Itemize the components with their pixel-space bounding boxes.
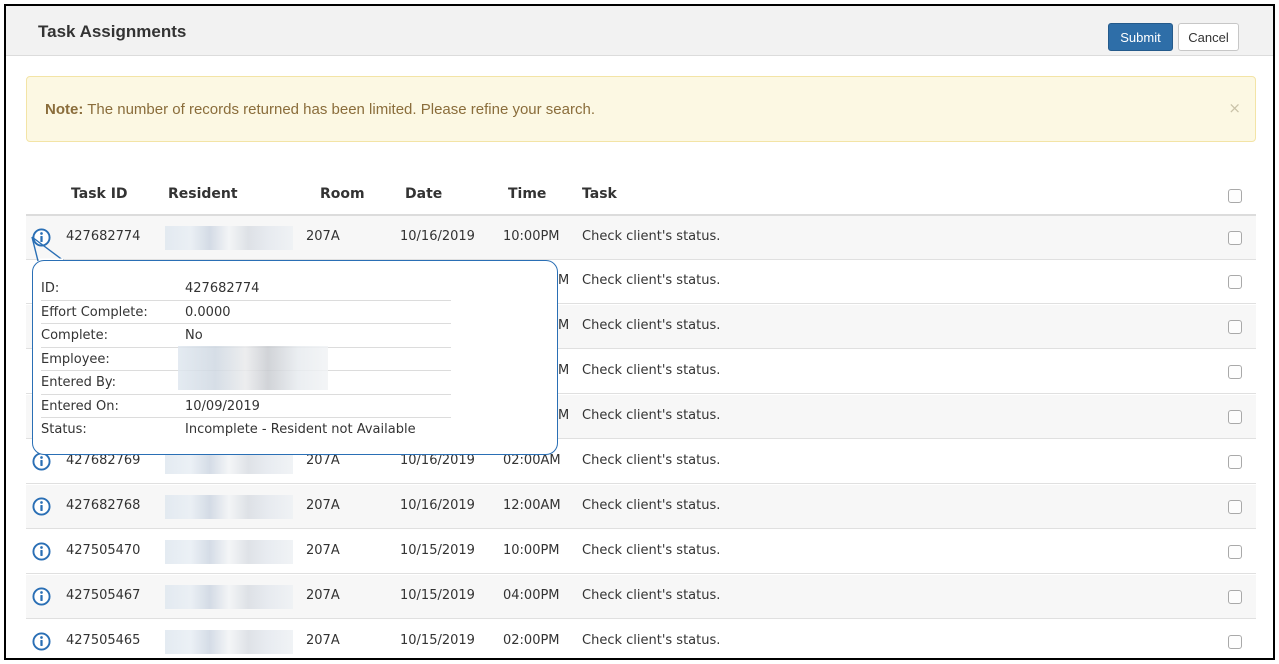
table-header: Task ID Resident Room Date Time Task [26,174,1256,216]
row-checkbox[interactable] [1228,500,1242,514]
time: M [558,318,570,333]
time: M [558,408,570,423]
time: M [558,273,570,288]
time: 12:00AM [503,498,561,513]
row-checkbox[interactable] [1228,635,1242,649]
info-icon[interactable] [32,497,51,516]
task-id: 427505470 [66,543,141,558]
task-id: 427505465 [66,633,141,648]
row-checkbox[interactable] [1228,365,1242,379]
table-row[interactable]: 427682774 207A 10/16/2019 10:00PM Check … [26,216,1256,260]
date: 10/16/2019 [400,498,475,513]
task: Check client's status. [582,543,721,558]
room: 207A [306,229,340,244]
date: 10/16/2019 [400,229,475,244]
task-id: 427682768 [66,498,141,513]
detail-label: Complete: [41,328,109,343]
detail-value: 10/09/2019 [185,398,260,414]
page-header: Task Assignments Submit Cancel [6,6,1273,56]
cancel-button[interactable]: Cancel [1178,23,1239,51]
date: 10/15/2019 [400,588,475,603]
detail-label: Employee: [41,351,110,367]
date: 10/15/2019 [400,543,475,558]
row-checkbox[interactable] [1228,275,1242,289]
room: 207A [306,453,340,468]
column-header-room[interactable]: Room [320,186,365,202]
task: Check client's status. [582,229,721,244]
submit-button[interactable]: Submit [1108,23,1173,51]
close-icon[interactable]: × [1228,99,1241,117]
select-all-checkbox[interactable] [1228,189,1242,203]
date: 10/16/2019 [400,453,475,468]
alert-label: Note: [45,101,84,118]
table-row[interactable]: 427505470 207A 10/15/2019 10:00PM Check … [26,530,1256,574]
alert-message: The number of records returned has been … [83,101,595,118]
detail-row-complete: Complete: No [41,324,451,348]
room: 207A [306,588,340,603]
resident-name-redacted [165,540,293,564]
room: 207A [306,498,340,513]
detail-value: 0.0000 [185,304,231,320]
resident-name-redacted [165,630,293,654]
column-header-time[interactable]: Time [508,186,546,202]
info-icon[interactable] [32,587,51,606]
task-id: 427682769 [66,453,141,468]
info-icon[interactable] [32,542,51,561]
detail-value: Incomplete - Resident not Available [185,422,416,437]
date: 10/15/2019 [400,633,475,648]
time: 10:00PM [503,543,560,558]
detail-row-effort-complete: Effort Complete: 0.0000 [41,301,451,324]
table-row[interactable]: 427505465 207A 10/15/2019 02:00PM Check … [26,620,1256,658]
time: M [558,363,570,378]
detail-row-entered-on: Entered On: 10/09/2019 [41,395,451,418]
time: 02:00PM [503,633,560,648]
row-checkbox[interactable] [1228,231,1242,245]
room: 207A [306,543,340,558]
app-frame: Task Assignments Submit Cancel Note: The… [4,4,1275,660]
detail-row-id: ID: 427682774 [41,277,451,301]
detail-label: Entered On: [41,398,119,414]
task-id: 427505467 [66,588,141,603]
detail-row-status: Status: Incomplete - Resident not Availa… [41,418,451,442]
limit-alert: Note: The number of records returned has… [26,76,1256,142]
employee-name-redacted [178,346,328,390]
column-header-resident[interactable]: Resident [168,186,238,202]
room: 207A [306,633,340,648]
task: Check client's status. [582,318,721,333]
time: 10:00PM [503,229,560,244]
page-title: Task Assignments [38,22,187,41]
task: Check client's status. [582,453,721,468]
task: Check client's status. [582,273,721,288]
detail-value: 427682774 [185,281,260,296]
alert-text: Note: The number of records returned has… [45,101,595,118]
task: Check client's status. [582,588,721,603]
detail-label: ID: [41,281,60,296]
resident-name-redacted [165,585,293,609]
row-checkbox[interactable] [1228,590,1242,604]
time: 02:00AM [503,453,561,468]
column-header-task[interactable]: Task [582,186,617,202]
table-row[interactable]: 427682768 207A 10/16/2019 12:00AM Check … [26,485,1256,529]
row-checkbox[interactable] [1228,545,1242,559]
detail-label: Entered By: [41,375,117,390]
detail-value: No [185,328,203,343]
column-header-task-id[interactable]: Task ID [71,186,128,202]
row-checkbox[interactable] [1228,320,1242,334]
resident-name-redacted [165,226,293,250]
info-icon[interactable] [32,632,51,651]
row-checkbox[interactable] [1228,410,1242,424]
time: 04:00PM [503,588,560,603]
table-row[interactable]: 427505467 207A 10/15/2019 04:00PM Check … [26,575,1256,619]
task: Check client's status. [582,363,721,378]
detail-label: Effort Complete: [41,304,148,320]
row-checkbox[interactable] [1228,455,1242,469]
detail-label: Status: [41,422,87,437]
column-header-date[interactable]: Date [405,186,442,202]
task: Check client's status. [582,408,721,423]
task: Check client's status. [582,633,721,648]
resident-name-redacted [165,495,293,519]
task: Check client's status. [582,498,721,513]
